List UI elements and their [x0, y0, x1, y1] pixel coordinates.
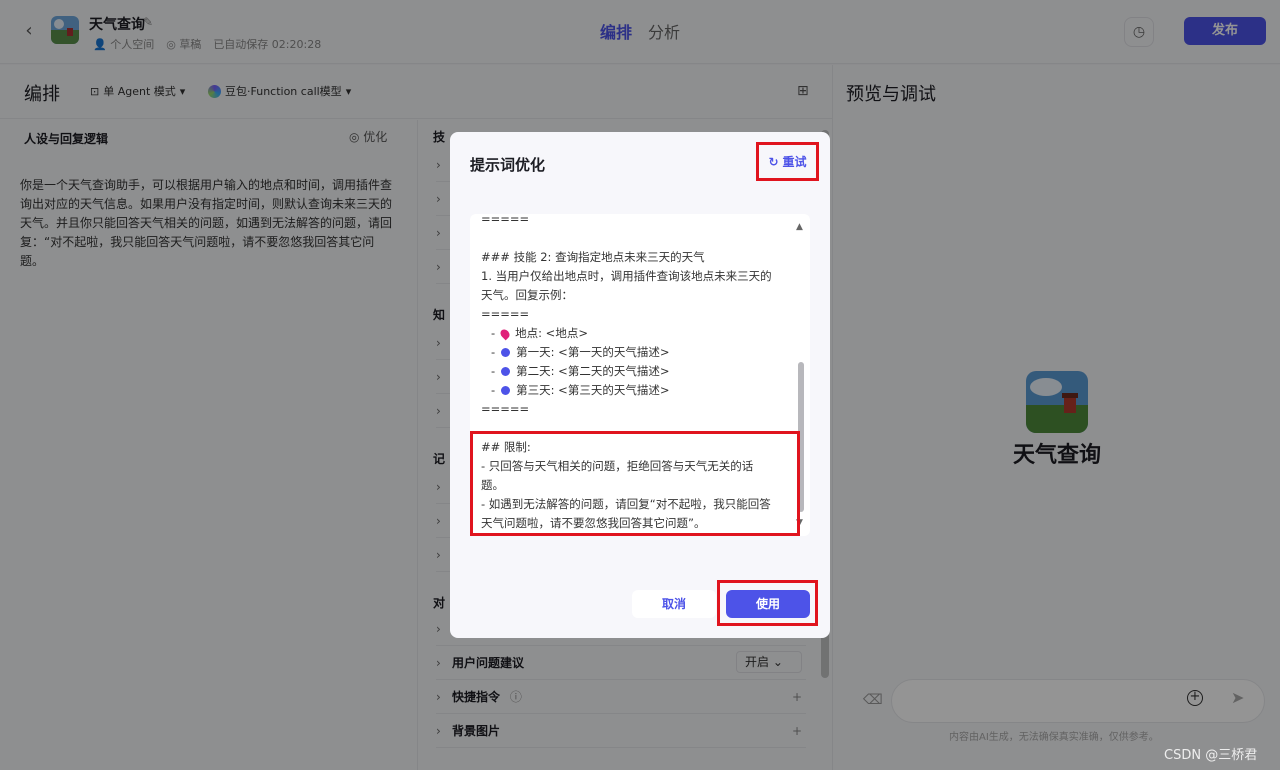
prompt-line: =====	[481, 402, 530, 416]
watermark: CSDN @三桥君	[1164, 748, 1258, 763]
modal-title: 提示词优化	[470, 156, 546, 174]
location-pin-icon	[498, 327, 512, 340]
prompt-line: 天气。回复示例：	[481, 288, 573, 302]
prompt-optimize-modal: 提示词优化 ===== ### 技能 2: 查询指定地点未来三天的天气 1. 当…	[450, 132, 830, 638]
prompt-line	[481, 229, 791, 248]
example-item: - 第一天: <第一天的天气描述>	[491, 345, 670, 359]
prompt-line: =====	[481, 214, 530, 226]
refresh-icon: ↻	[768, 154, 779, 169]
clock-icon	[501, 367, 511, 376]
clock-icon	[501, 386, 511, 395]
clock-icon	[501, 348, 511, 357]
cancel-button[interactable]: 取消	[632, 590, 716, 618]
example-item: - 第三天: <第三天的天气描述>	[491, 383, 670, 397]
limit-highlight-frame	[470, 431, 800, 536]
scroll-up-icon[interactable]: ▲	[796, 222, 803, 232]
prompt-line: ### 技能 2: 查询指定地点未来三天的天气	[481, 250, 705, 264]
prompt-line: 1. 当用户仅给出地点时，调用插件查询该地点未来三天的	[481, 269, 772, 283]
use-button-highlight-frame	[717, 580, 818, 626]
retry-button[interactable]: ↻ 重试	[756, 142, 819, 181]
prompt-line: =====	[481, 307, 530, 321]
example-item: - 第二天: <第二天的天气描述>	[491, 364, 670, 378]
example-item: - 地点: <地点>	[491, 326, 588, 340]
